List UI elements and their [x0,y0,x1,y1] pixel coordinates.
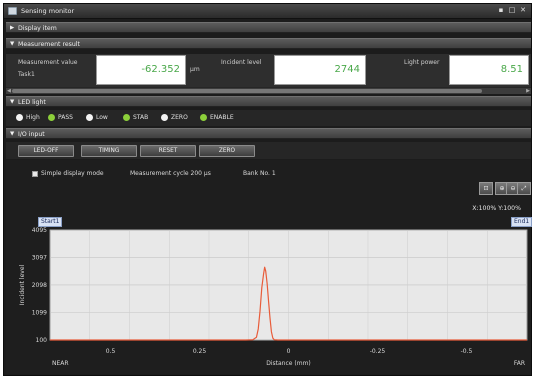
expand-arrow-icon: ▶ [10,25,15,31]
led-indicator-row: High PASS Low STAB ZERO ENABLE [6,110,531,126]
scroll-right-icon[interactable]: ▶ [526,88,530,94]
y-tick-labels: 4095 3097 2098 1099 100 [32,227,47,344]
y-tick-label: 100 [36,337,48,344]
led-label: ZERO [171,114,188,121]
led-enable: ENABLE [200,114,234,121]
reset-button[interactable]: RESET [140,145,196,157]
led-label: ENABLE [210,114,234,121]
x-tick-label: -0.5 [461,348,473,355]
led-high: High [16,114,40,121]
led-dot-icon [123,114,130,121]
led-dot-icon [200,114,207,121]
window-title: Sensing monitor [21,7,75,15]
section-led-light[interactable]: ▼ LED light [6,96,531,107]
collapse-arrow-icon: ▼ [10,41,15,47]
led-dot-icon [161,114,168,121]
y-tick-label: 4095 [32,227,47,234]
waveform-chart: 4095 3097 2098 1099 100 0.5 0.25 0 -0.25 -0.5 In… [19,227,528,367]
led-label: Low [96,114,108,121]
measurement-unit: μm [190,66,200,73]
led-pass: PASS [48,114,73,121]
led-label: PASS [58,114,73,121]
incident-level-display: 2744 [274,55,366,85]
section-label: Measurement result [18,41,80,48]
maximize-icon[interactable]: □ [508,6,516,15]
led-dot-icon [16,114,23,121]
led-label: High [26,114,40,121]
section-io-input[interactable]: ▼ I/O input [6,128,531,139]
led-stab: STAB [123,114,148,121]
led-dot-icon [86,114,93,121]
x-tick-labels: 0.5 0.25 0 -0.25 -0.5 [106,348,473,355]
light-power-display: 8.51 [449,55,529,85]
timing-button[interactable]: TIMING [81,145,137,157]
collapse-arrow-icon: ▼ [10,99,15,105]
section-label: LED light [18,99,46,106]
collapse-arrow-icon: ▼ [10,131,15,137]
y-axis-label: Incident level [19,264,26,305]
waveform-area: Simple display mode Measurement cycle 20… [6,160,533,374]
app-icon [8,7,17,15]
led-zero: ZERO [161,114,188,121]
near-label: NEAR [52,360,69,367]
x-axis-label: Distance (mm) [266,360,311,367]
section-measurement-result[interactable]: ▼ Measurement result [6,38,531,49]
x-tick-label: 0.5 [106,348,116,355]
y-tick-label: 3097 [32,254,47,261]
horizontal-scrollbar[interactable]: ◀ ▶ [6,87,531,94]
x-tick-label: 0 [287,348,291,355]
io-button-row: LED-OFF TIMING RESET ZERO [6,142,531,159]
window-controls: ▪ □ ✕ [497,6,527,15]
led-low: Low [86,114,108,121]
y-tick-label: 2098 [32,282,47,289]
measurement-value-label: Measurement value [18,59,78,66]
task-label: Task1 [18,71,35,78]
sensing-monitor-window: Sensing monitor ▪ □ ✕ ▶ Display item ▼ M… [3,3,533,376]
minimize-icon[interactable]: ▪ [497,6,505,15]
zero-button[interactable]: ZERO [199,145,255,157]
section-display-item[interactable]: ▶ Display item [6,22,531,33]
led-label: STAB [133,114,149,121]
led-off-button[interactable]: LED-OFF [18,145,74,157]
section-label: Display item [18,25,57,32]
section-label: I/O input [18,131,45,138]
measurement-value-display: -62.352 [96,55,186,85]
scroll-thumb[interactable] [12,89,482,93]
title-bar: Sensing monitor ▪ □ ✕ [4,4,531,19]
far-label: FAR [514,360,525,367]
scroll-left-icon[interactable]: ◀ [7,88,11,94]
x-tick-label: 0.25 [193,348,207,355]
y-tick-label: 1099 [32,309,47,316]
x-tick-label: -0.25 [370,348,386,355]
close-icon[interactable]: ✕ [519,6,527,15]
incident-level-label: Incident level [221,59,262,66]
light-power-label: Light power [404,59,440,66]
led-dot-icon [48,114,55,121]
